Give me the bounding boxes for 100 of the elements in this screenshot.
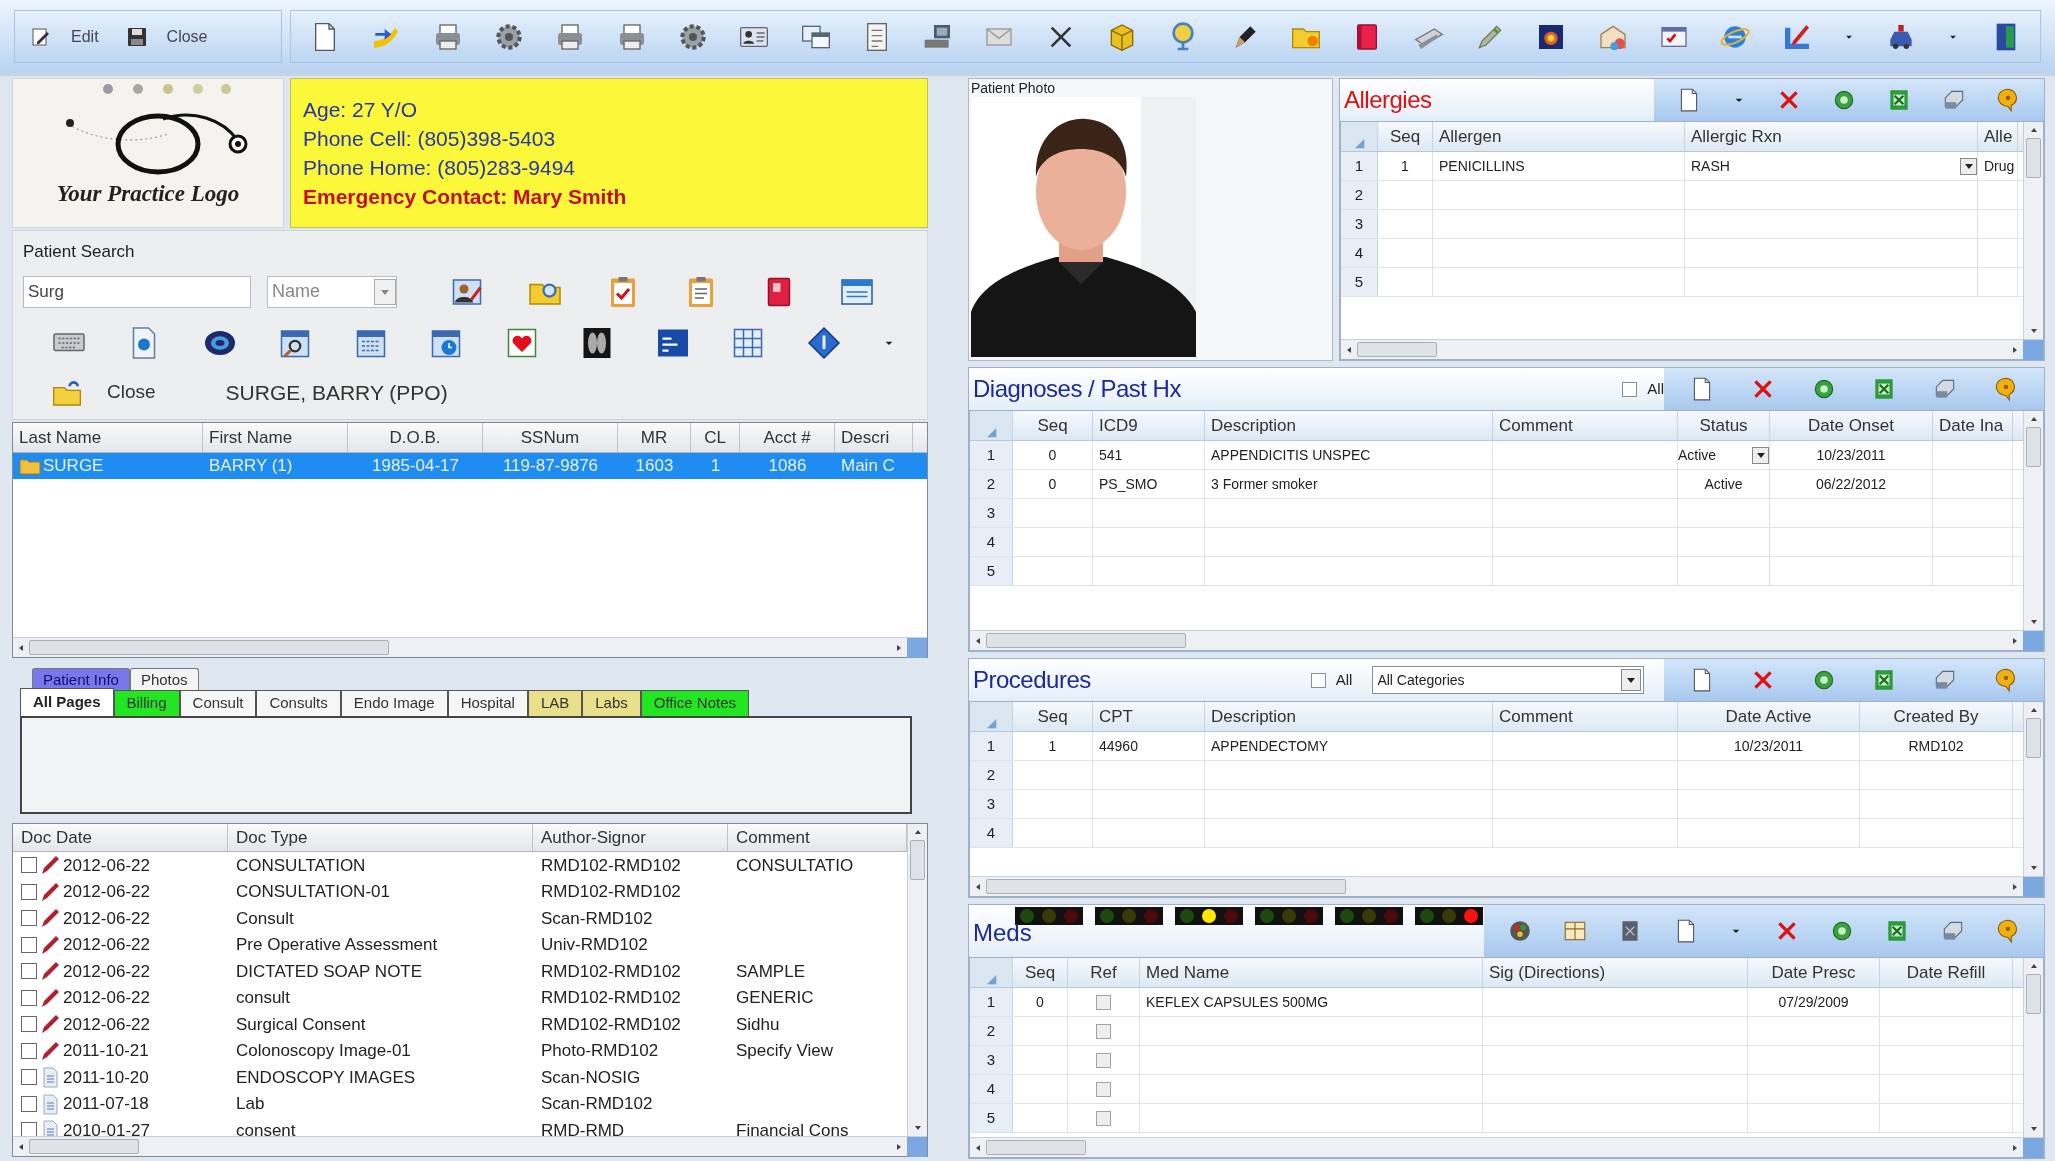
horizontal-scrollbar[interactable]: [13, 1136, 927, 1156]
column-header[interactable]: Description: [1205, 411, 1493, 440]
scroll-thumb[interactable]: [29, 640, 389, 655]
checkbox[interactable]: [1310, 672, 1326, 688]
column-header[interactable]: Date Active: [1678, 702, 1860, 731]
row-number[interactable]: 5: [1341, 268, 1378, 296]
column-header[interactable]: ICD9: [1093, 411, 1205, 440]
horizontal-scrollbar[interactable]: [970, 876, 2043, 896]
column-header[interactable]: MR: [618, 423, 691, 452]
column-header[interactable]: Seq: [1013, 958, 1068, 987]
search-field[interactable]: Surg: [23, 275, 251, 308]
horizontal-scrollbar[interactable]: [1341, 339, 2043, 359]
search-by-dropdown[interactable]: Name: [267, 275, 397, 308]
column-header[interactable]: Seq: [1378, 122, 1433, 151]
column-header[interactable]: Created By: [1860, 702, 2013, 731]
row-number[interactable]: 3: [970, 1046, 1013, 1074]
column-header[interactable]: Descri: [835, 423, 913, 452]
column-header[interactable]: Status: [1678, 411, 1770, 440]
column-header[interactable]: Author-Signor: [533, 824, 728, 851]
checkbox[interactable]: [21, 1122, 37, 1136]
checkbox[interactable]: [21, 857, 37, 874]
checkbox[interactable]: [1096, 1110, 1111, 1126]
column-header[interactable]: Comment: [1493, 702, 1678, 731]
vertical-scrollbar[interactable]: [2023, 411, 2043, 630]
column-header[interactable]: Date Refill: [1880, 958, 2013, 987]
tab[interactable]: Labs: [582, 690, 641, 716]
column-header[interactable]: Seq: [1013, 702, 1093, 731]
checkbox[interactable]: [21, 910, 37, 927]
dropdown-arrow-icon[interactable]: [1963, 162, 1974, 170]
horizontal-scrollbar[interactable]: [13, 637, 927, 657]
checkbox[interactable]: [21, 1069, 37, 1086]
row-number[interactable]: 1: [970, 988, 1013, 1016]
column-header[interactable]: Description: [1205, 702, 1493, 731]
checkbox[interactable]: [1096, 1081, 1111, 1097]
checkbox[interactable]: [1096, 994, 1111, 1010]
scroll-thumb[interactable]: [2026, 974, 2041, 1014]
row-number[interactable]: 1: [1341, 152, 1378, 180]
toolbar-button[interactable]: Close: [124, 24, 208, 49]
checkbox[interactable]: [21, 1016, 37, 1033]
column-header[interactable]: Doc Date: [13, 824, 228, 851]
checkbox[interactable]: [1622, 381, 1638, 397]
column-header[interactable]: Date Presc: [1748, 958, 1880, 987]
vertical-scrollbar[interactable]: [2023, 702, 2043, 876]
column-header[interactable]: Acct #: [740, 423, 835, 452]
scroll-thumb[interactable]: [986, 633, 1186, 648]
scroll-thumb[interactable]: [2026, 427, 2041, 467]
horizontal-scrollbar[interactable]: [970, 630, 2043, 650]
row-number[interactable]: 4: [970, 819, 1013, 847]
row-number[interactable]: 1: [970, 441, 1013, 469]
scroll-thumb[interactable]: [2026, 138, 2041, 178]
column-header[interactable]: SSNum: [483, 423, 618, 452]
column-header[interactable]: CPT: [1093, 702, 1205, 731]
row-number[interactable]: 4: [970, 1075, 1013, 1103]
column-header[interactable]: D.O.B.: [348, 423, 483, 452]
checkbox[interactable]: [21, 883, 37, 900]
scroll-thumb[interactable]: [29, 1139, 139, 1154]
scroll-thumb[interactable]: [1357, 342, 1437, 357]
checkbox[interactable]: [21, 989, 37, 1006]
row-number[interactable]: 4: [970, 528, 1013, 556]
row-number[interactable]: 4: [1341, 239, 1378, 267]
column-header[interactable]: Seq: [1013, 411, 1093, 440]
column-header[interactable]: Allergic Rxn: [1685, 122, 1978, 151]
close-button[interactable]: Close: [51, 376, 156, 409]
scroll-thumb[interactable]: [910, 840, 925, 880]
vertical-scrollbar[interactable]: [907, 824, 927, 1136]
dropdown-cell[interactable]: RASH: [1691, 152, 1977, 180]
checkbox[interactable]: [1096, 1023, 1111, 1039]
column-header[interactable]: Sig (Directions): [1483, 958, 1748, 987]
row-number[interactable]: 2: [970, 1017, 1013, 1045]
checkbox[interactable]: [21, 1095, 37, 1112]
tab[interactable]: Billing: [113, 690, 180, 716]
column-header[interactable]: Last Name: [13, 423, 203, 452]
checkbox[interactable]: [21, 963, 37, 980]
tab[interactable]: Photos: [129, 668, 199, 690]
horizontal-scrollbar[interactable]: [970, 1137, 2043, 1157]
column-header[interactable]: Date Ina: [1933, 411, 2013, 440]
row-number[interactable]: 5: [970, 557, 1013, 585]
column-header[interactable]: Comment: [1493, 411, 1678, 440]
dropdown-cell[interactable]: Active: [1678, 441, 1769, 469]
dropdown-arrow-icon[interactable]: [1755, 451, 1766, 459]
category-dropdown[interactable]: All Categories: [1372, 666, 1645, 694]
scroll-thumb[interactable]: [986, 879, 1346, 894]
column-header[interactable]: Alle: [1978, 122, 2018, 151]
tab[interactable]: LAB: [527, 690, 583, 716]
column-header[interactable]: CL: [691, 423, 740, 452]
diamond-icon[interactable]: [805, 324, 842, 361]
checkbox[interactable]: [21, 1042, 37, 1059]
toolbar-button[interactable]: Edit: [29, 24, 99, 49]
vertical-scrollbar[interactable]: [2023, 122, 2043, 339]
column-header[interactable]: Med Name: [1140, 958, 1483, 987]
column-header[interactable]: Allergen: [1433, 122, 1685, 151]
checkbox[interactable]: [1096, 1052, 1111, 1068]
checkbox[interactable]: [21, 936, 37, 953]
column-header[interactable]: Ref: [1068, 958, 1140, 987]
column-header[interactable]: Doc Type: [228, 824, 533, 851]
tab[interactable]: Endo Image: [340, 690, 448, 716]
dropdown-arrow-icon[interactable]: [1626, 676, 1637, 684]
row-number[interactable]: 3: [1341, 210, 1378, 238]
vertical-scrollbar[interactable]: [2023, 958, 2043, 1137]
tab[interactable]: Patient Info: [32, 668, 130, 690]
